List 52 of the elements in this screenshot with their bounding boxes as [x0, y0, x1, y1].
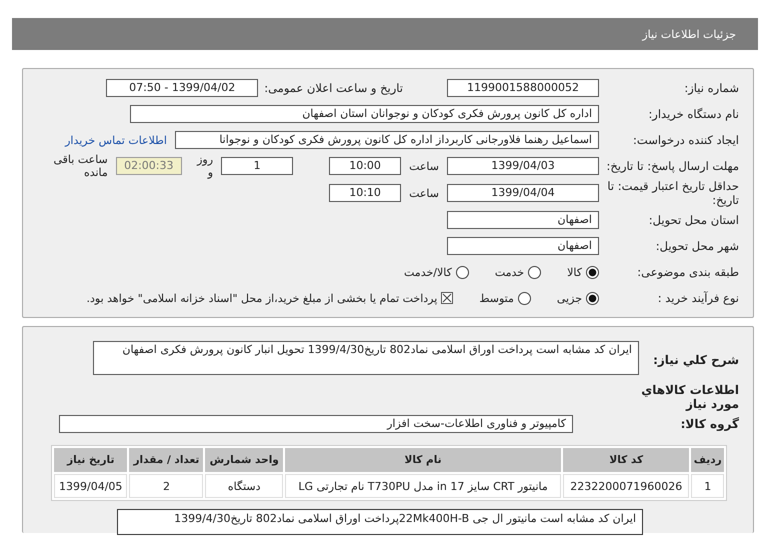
field-label: استان محل تحویل: — [648, 213, 739, 227]
field-label: ایجاد کننده درخواست: — [632, 133, 739, 147]
announce-date-field: 1399/04/02 - 07:50 — [106, 79, 258, 97]
field-label: گروه کالا: — [680, 417, 739, 431]
radio-option[interactable]: خدمت — [494, 266, 542, 278]
need-number-field: 1199001588000052 — [447, 79, 599, 97]
field-label: نام دستگاه خریدار: — [647, 107, 739, 121]
column-header: واحد شمارش — [205, 448, 284, 472]
field-label: ساعت — [409, 186, 439, 200]
time-field: 10:10 — [329, 184, 402, 202]
field-label: تاریخ و ساعت اعلان عمومی: — [264, 81, 403, 95]
table-cell: 1399/04/05 — [54, 474, 128, 498]
column-header: تعداد / مقدار — [129, 448, 204, 472]
radio-option[interactable]: کالا/خدمت — [404, 266, 469, 278]
field-label: شهر محل تحویل: — [654, 239, 739, 253]
goods-group-field: کامپیوتر و فناوری اطلاعات-سخت افزار — [59, 415, 573, 433]
field-label: شماره نیاز: — [683, 81, 739, 95]
field-label: طبقه بندی موضوعی: — [636, 265, 739, 279]
days-field: 1 — [221, 157, 294, 175]
column-header: نام کالا — [285, 448, 562, 472]
table-cell: 1 — [691, 474, 724, 498]
province-field: اصفهان — [447, 211, 599, 229]
field-label: نوع فرآیند خرید : — [656, 291, 739, 305]
description-field: ایران کد مشابه است پرداخت اوراق اسلامی نماد802 تاریخ1399/4/30 تحویل انبار کانون پرورش فکری اصفهان — [93, 341, 639, 375]
table-cell: 2232200071960026 — [563, 474, 690, 498]
field-label: ساعت باقی مانده — [52, 153, 108, 179]
date-field: 1399/04/04 — [447, 184, 599, 202]
radio-option[interactable]: کالا — [567, 266, 599, 278]
column-header: کد کالا — [563, 448, 690, 472]
remaining-time-field: 02:00:33 — [116, 157, 182, 175]
column-header: ردیف — [691, 448, 724, 472]
field-label: مهلت ارسال پاسخ: تا تاریخ: — [605, 159, 739, 173]
field-label: حداقل تاریخ اعتبار قیمت: تا تاریخ: — [606, 179, 739, 207]
treasury-checkbox-option[interactable]: پرداخت تمام یا بخشی از مبلغ خرید،از محل "اسناد خزانه اسلامی" خواهد بود. — [86, 292, 454, 304]
radio-option[interactable]: جزیی — [556, 292, 599, 304]
time-field: 10:00 — [329, 157, 402, 175]
creator-field: اسماعیل رهنما فلاورجانی کاربرداز اداره کل کانون پرورش فکری کودکان و نوجوانا — [175, 131, 599, 149]
field-label: ساعت — [409, 160, 439, 172]
city-field: اصفهان — [447, 237, 599, 255]
date-field: 1399/04/03 — [447, 157, 599, 175]
buyer-field: اداره کل کانون پرورش فکری کودکان و نوجوانان استان اصفهان — [130, 105, 599, 123]
table-cell: مانیتور CRT سایز 17 in مدل T730PU نام تجارتی LG — [285, 474, 562, 498]
table-cell: 2 — [129, 474, 204, 498]
note-field: ایران کد مشابه است مانیتور ال جی 22Mk400H-Bپرداخت اوراق اسلامی نماد802 تاریخ1399/4/30 — [117, 509, 643, 535]
field-label: روز و — [196, 153, 214, 179]
buyer-contact-link[interactable]: اطلاعات تماس خریدار — [65, 134, 167, 146]
column-header: تاریخ نیاز — [54, 448, 128, 472]
field-label: شرح کلي نياز: — [652, 353, 739, 367]
section-heading: اطلاعات کالاهاي مورد نياز — [640, 383, 739, 411]
table-cell: دستگاه — [205, 474, 284, 498]
page-title: جزئیات اطلاعات نیاز — [642, 28, 736, 40]
radio-option[interactable]: متوسط — [479, 292, 531, 304]
